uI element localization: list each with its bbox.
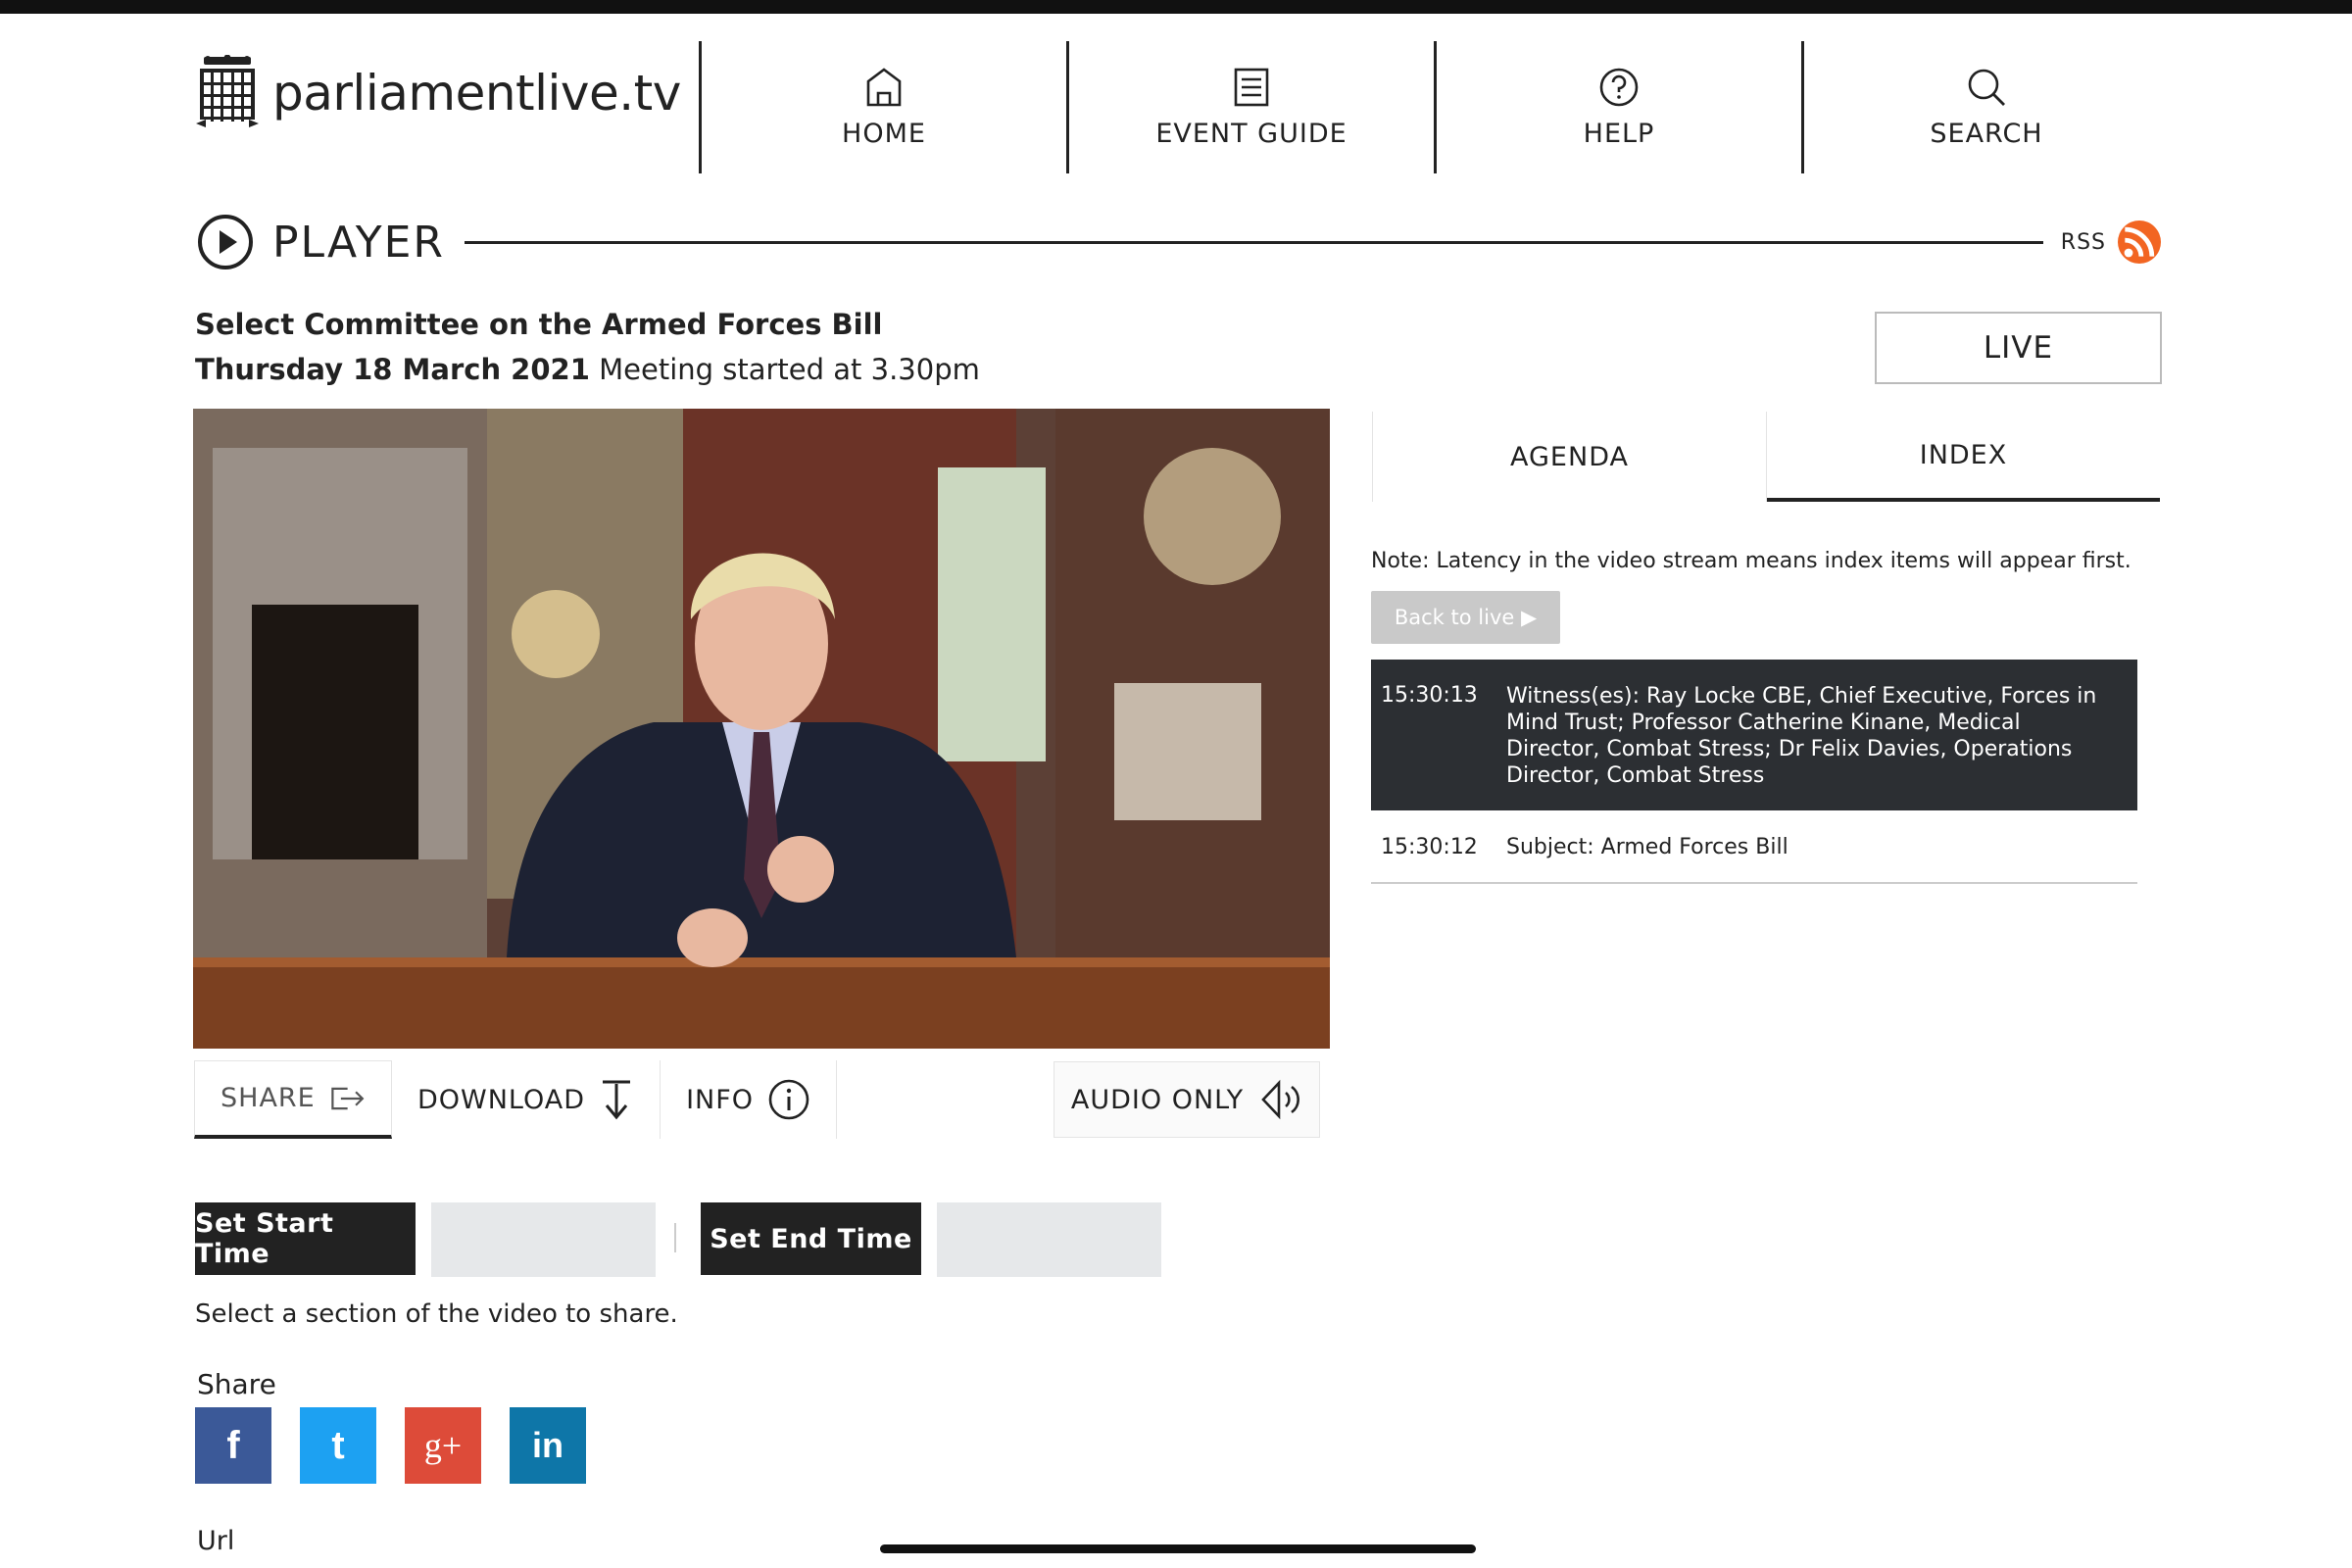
share-heading: Share <box>197 1368 276 1400</box>
nav-help[interactable]: HELP <box>1434 41 1801 173</box>
info-label: INFO <box>686 1084 755 1115</box>
nav-help-label: HELP <box>1583 119 1655 149</box>
share-hint: Select a section of the video to share. <box>195 1299 678 1329</box>
document-icon <box>1234 68 1269 107</box>
video-frame <box>193 409 1330 1049</box>
audio-only-label: AUDIO ONLY <box>1070 1084 1245 1115</box>
meeting-title: Select Committee on the Armed Forces Bil… <box>195 308 883 341</box>
linkedin-icon: in <box>532 1425 564 1465</box>
side-tabs: AGENDA INDEX <box>1372 412 2160 502</box>
play-circle-icon <box>198 215 253 270</box>
home-icon <box>866 68 902 107</box>
nav-event-guide-label: EVENT GUIDE <box>1155 119 1348 149</box>
home-indicator <box>880 1544 1476 1553</box>
site-logo[interactable]: parliamentlive.tv <box>194 55 681 131</box>
player-title: PLAYER <box>272 217 445 268</box>
meeting-date: Thursday 18 March 2021 <box>195 353 590 386</box>
linkedin-share-button[interactable]: in <box>510 1407 586 1484</box>
end-time-field[interactable] <box>937 1202 1161 1277</box>
index-item[interactable]: 15:30:13 Witness(es): Ray Locke CBE, Chi… <box>1371 660 2137 810</box>
speaker-icon <box>1261 1079 1300 1120</box>
download-tab[interactable]: DOWNLOAD <box>392 1060 662 1139</box>
top-status-bar <box>0 0 2352 14</box>
portcullis-icon <box>196 55 259 127</box>
start-time-field[interactable] <box>431 1202 656 1277</box>
index-text: Witness(es): Ray Locke CBE, Chief Execut… <box>1506 684 2097 788</box>
meeting-start: Meeting started at 3.30pm <box>599 353 980 386</box>
facebook-icon: f <box>226 1423 240 1467</box>
google-plus-icon: g+ <box>423 1426 463 1465</box>
share-tab[interactable]: SHARE <box>194 1060 392 1139</box>
search-icon <box>1968 69 2005 106</box>
help-icon <box>1599 68 1639 107</box>
twitter-share-button[interactable]: t <box>300 1407 376 1484</box>
clip-separator <box>674 1223 676 1252</box>
url-label: Url <box>197 1526 235 1556</box>
nav-event-guide[interactable]: EVENT GUIDE <box>1066 41 1434 173</box>
share-label: SHARE <box>220 1083 316 1113</box>
set-start-time-button[interactable]: Set Start Time <box>195 1202 416 1275</box>
set-end-time-button[interactable]: Set End Time <box>701 1202 921 1275</box>
index-item[interactable]: 15:30:12 Subject: Armed Forces Bill <box>1371 811 2137 884</box>
meeting-date-line: Thursday 18 March 2021 Meeting started a… <box>195 353 980 386</box>
share-icon <box>331 1087 365 1109</box>
info-tab[interactable]: INFO <box>661 1060 838 1139</box>
google-plus-share-button[interactable]: g+ <box>405 1407 481 1484</box>
video-player[interactable] <box>193 409 1330 1049</box>
back-to-live-button[interactable]: Back to live ▶ <box>1371 591 1560 644</box>
player-heading: PLAYER RSS <box>196 208 2161 276</box>
index-time: 15:30:13 <box>1381 683 1478 708</box>
nav-home-label: HOME <box>842 119 926 149</box>
logo-text: parliamentlive.tv <box>272 65 681 122</box>
facebook-share-button[interactable]: f <box>195 1407 271 1484</box>
player-controls: SHARE DOWNLOAD INFO <box>194 1060 838 1139</box>
rss-label[interactable]: RSS <box>2061 230 2106 255</box>
info-icon <box>768 1079 809 1120</box>
nav-search-label: SEARCH <box>1930 119 2043 149</box>
audio-only-button[interactable]: AUDIO ONLY <box>1054 1061 1320 1138</box>
index-text: Subject: Armed Forces Bill <box>1506 834 1788 859</box>
download-label: DOWNLOAD <box>417 1084 586 1115</box>
latency-note: Note: Latency in the video stream means … <box>1371 549 2132 573</box>
download-icon <box>603 1080 631 1120</box>
twitter-icon: t <box>331 1423 345 1467</box>
nav-home[interactable]: HOME <box>699 41 1066 173</box>
main-nav: HOME EVENT GUIDE HELP SEARCH <box>699 41 2169 173</box>
live-button[interactable]: LIVE <box>1875 312 2162 384</box>
heading-rule <box>465 240 2043 244</box>
nav-search[interactable]: SEARCH <box>1801 41 2169 173</box>
tab-agenda[interactable]: AGENDA <box>1372 412 1767 502</box>
index-time: 15:30:12 <box>1381 834 1478 859</box>
rss-icon[interactable] <box>2118 220 2161 264</box>
tab-index[interactable]: INDEX <box>1767 412 2160 502</box>
